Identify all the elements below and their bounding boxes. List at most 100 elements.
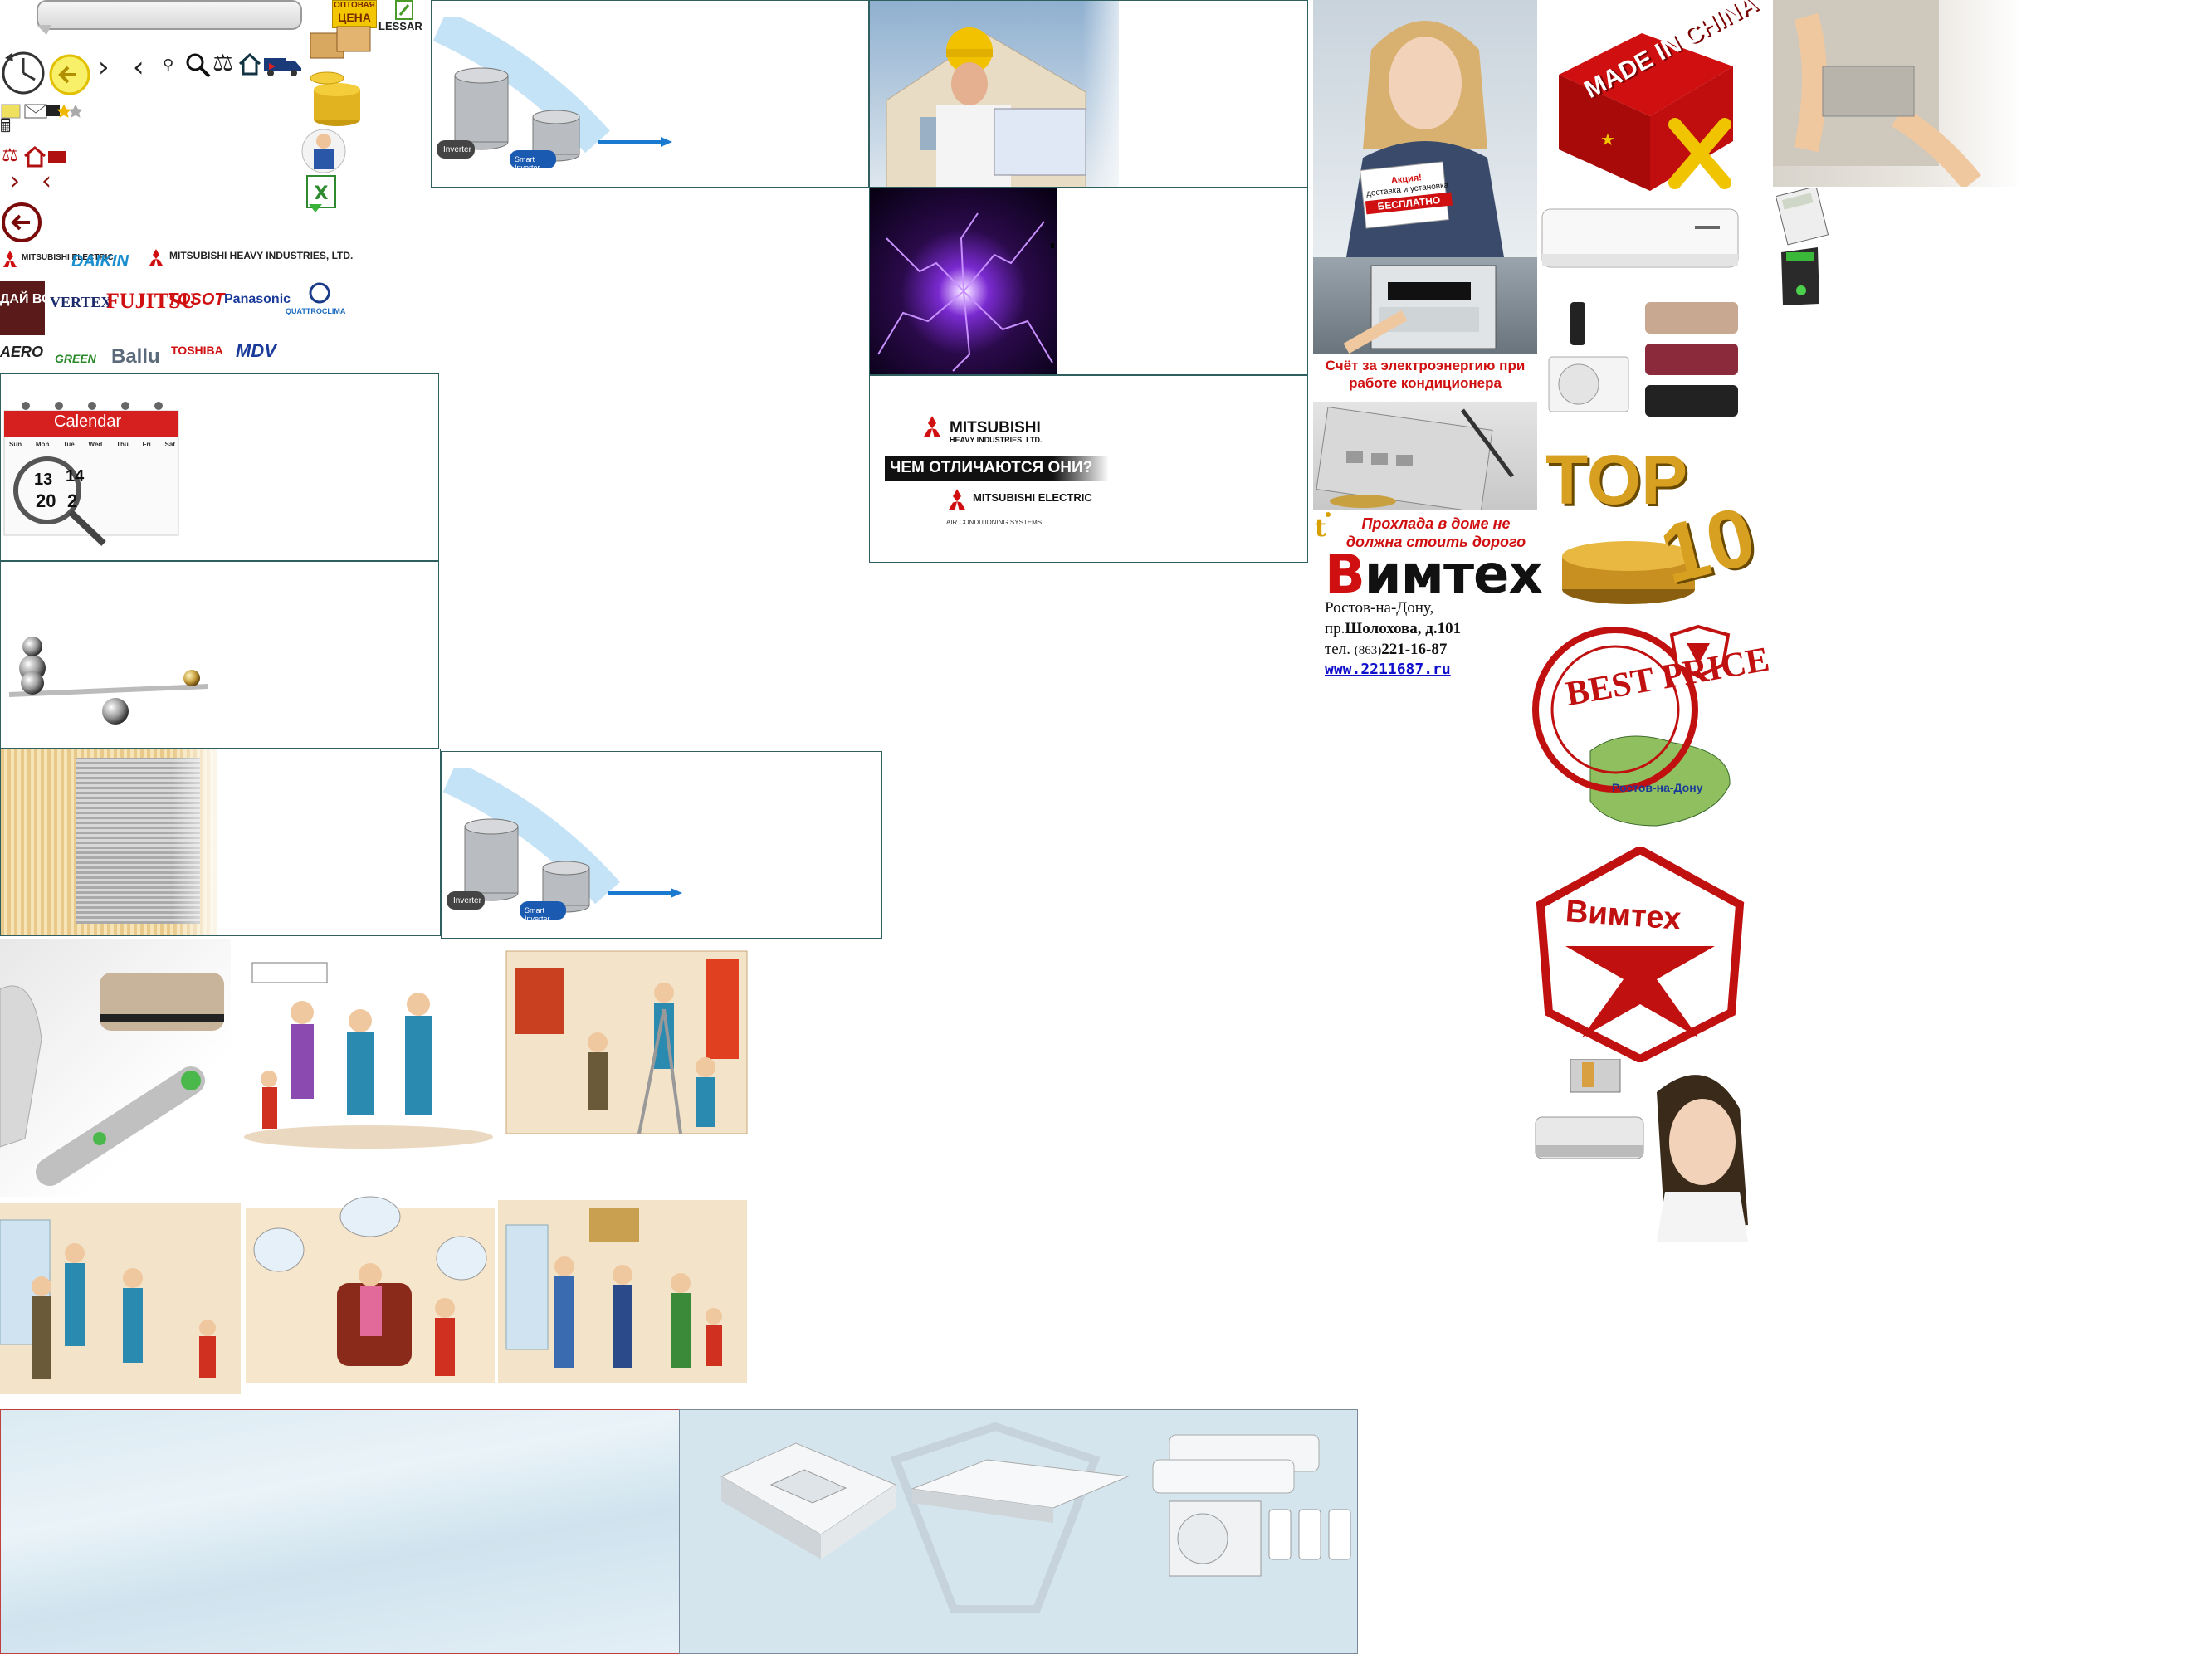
calendar-title: Calendar [54, 412, 122, 431]
tile-filter[interactable] [0, 749, 441, 936]
fade-overlay [1003, 1, 1135, 187]
black-device-icon [1776, 244, 1826, 310]
vimtech-brand-rest: имтех [1364, 544, 1543, 606]
cartoon-phone-chaos-image [246, 1192, 495, 1394]
balance-spheres-icon [8, 637, 209, 725]
fade-overlay [92, 749, 225, 935]
cursor-dot [1051, 243, 1054, 248]
question-text: ЧЕМ ОТЛИЧАЮТСЯ ОНИ? [890, 459, 1093, 476]
calendar-day-13: 13 [34, 471, 53, 489]
vimtech-logo[interactable]: Вимтех [1532, 847, 1748, 1062]
brand-quattroclima[interactable]: QUATTROCLIMA [286, 307, 345, 315]
svg-text:t: t [1315, 514, 1326, 543]
calendar-day-20: 20 [36, 490, 56, 511]
speech-bubble-input[interactable] [37, 0, 302, 30]
svg-text:⚖: ⚖ [2, 145, 18, 166]
t-logo-icon: t [1313, 510, 1331, 543]
brand-daivo[interactable]: ДАЙ ВО [0, 281, 52, 335]
vimtech-brand[interactable]: Вимтех [1325, 544, 1543, 606]
chevron-right-icon[interactable]: › [98, 53, 110, 81]
brand-mitsubishi-electric[interactable]: MITSUBISHI ELECTRIC [22, 254, 114, 262]
cartoon-workers-image [0, 1195, 246, 1411]
home-icon[interactable] [237, 51, 262, 76]
day-wed: Wed [88, 441, 103, 448]
smart-inverter-label: Smart Inverter [515, 155, 540, 172]
vimtech-brand-first: В [1325, 544, 1365, 606]
promo-girl-photo[interactable]: Акция! доставка и установка БЕСПЛАТНО [1313, 0, 1537, 257]
lightning-photo [870, 188, 1057, 374]
bottom-left-panel [0, 1409, 679, 1654]
brand-green[interactable]: GREEN [55, 352, 96, 365]
chevron-right-red-icon[interactable]: › [10, 169, 20, 194]
cartoon-installation-image [498, 943, 757, 1159]
vimtech-city: Ростов-на-Дону, [1325, 599, 1434, 617]
tile-lightning[interactable] [869, 188, 1308, 375]
scales-icon[interactable]: ⚖ [212, 51, 233, 75]
wholesale-line2: ЦЕНА [338, 11, 371, 24]
vimtech-street: Шолохова, д.101 [1345, 620, 1462, 637]
mitsubishi-electric-sub: AIR CONDITIONING SYSTEMS [946, 519, 1043, 526]
cartoon-family-meeting-image [498, 1192, 747, 1394]
vimtech-website-link[interactable]: www.2211687.ru [1325, 661, 1451, 678]
day-tue: Tue [63, 441, 75, 448]
bottom-right-panel[interactable] [679, 1409, 1358, 1654]
brand-tosot[interactable]: TOSOT [168, 290, 225, 310]
day-thu: Thu [116, 441, 129, 448]
brand-daikin[interactable]: DAIKIN [71, 252, 129, 271]
mitsubishi-heavy-logo-icon [920, 416, 945, 439]
chevron-left-red-icon[interactable]: ‹ [42, 169, 51, 194]
back-circle-icon[interactable] [48, 53, 91, 96]
tile-inverter-savings[interactable]: Inverter Smart Inverter [431, 0, 869, 188]
brand-panasonic[interactable]: Panasonic [224, 292, 291, 307]
brand-toshiba[interactable]: TOSHIBA [171, 344, 223, 357]
wholesale-price-sticker[interactable]: ОПТОВАЯ ЦЕНА [332, 0, 377, 28]
calendar-day-headers: Sun Mon Tue Wed Thu Fri Sat [9, 441, 175, 448]
made-in-china-badge[interactable]: ★ MADE IN CHINA [1542, 0, 1768, 199]
chevron-left-icon[interactable]: ‹ [133, 53, 144, 81]
vimtech-tel-prefix: тел. [1325, 641, 1355, 658]
consultant-icon [299, 124, 349, 174]
question-banner: ЧЕМ ОТЛИЧАЮТСЯ ОНИ? [885, 456, 1109, 481]
wholesale-line1: ОПТОВАЯ [334, 1, 375, 10]
ac-units-illustration [720, 1422, 1351, 1613]
calculator-icon[interactable]: 🖩 [0, 118, 11, 136]
top-10-badge[interactable]: TOP 10 [1537, 432, 1770, 614]
search-icon[interactable] [184, 51, 211, 78]
excel-download-icon[interactable]: X [300, 174, 342, 216]
brand-mdv[interactable]: MDV [236, 340, 276, 362]
best-price-stamp[interactable]: BEST PRICE Ростов-на-Дону [1532, 618, 1772, 842]
calendar-day-14: 14 [66, 467, 85, 485]
vimtech-tel: 221-16-87 [1381, 641, 1448, 658]
lessar-logo-text: LESSAR [378, 20, 422, 32]
mitsubishi-heavy-sub: HEAVY INDUSTRIES, LTD. [950, 436, 1043, 444]
day-sun: Sun [9, 441, 22, 448]
mitsubishi-heavy-text: MITSUBISHI [950, 419, 1041, 437]
brand-aero[interactable]: AERO [0, 344, 43, 361]
tile-calendar[interactable]: Calendar Sun Mon Tue Wed Thu Fri Sat 13 14 20 … [0, 373, 439, 561]
tile-builder-house[interactable] [869, 0, 1308, 188]
calculator-hand-photo [1313, 402, 1537, 510]
brand-ballu[interactable]: Ballu [111, 345, 160, 368]
brand-mitsubishi-heavy[interactable]: MITSUBISHI HEAVY INDUSTRIES, LTD. [169, 251, 353, 261]
svg-text:★: ★ [1600, 129, 1615, 149]
brand-vertex[interactable]: VERTEX [50, 294, 111, 311]
mitsubishi-diamond-icon [0, 251, 20, 269]
ac-filter-cleaning-photo [1773, 0, 2022, 187]
speech-bubble-tail [37, 25, 51, 35]
arrow-left-circle-icon[interactable] [0, 201, 43, 244]
tile-inverter-savings-2[interactable]: Inverter Smart Inverter [441, 751, 882, 939]
tile-mitsubishi-compare[interactable]: MITSUBISHI HEAVY INDUSTRIES, LTD. ЧЕМ ОТ… [869, 375, 1308, 563]
day-mon: Mon [35, 441, 50, 448]
vimtech-tel-code: (863) [1354, 644, 1382, 657]
truck-icon[interactable] [262, 53, 304, 78]
inverter-label: Inverter [443, 145, 471, 154]
search-small-icon[interactable]: ⚲ [163, 58, 173, 73]
clock-icon[interactable] [0, 46, 50, 96]
rostov-map-label: Ростов-на-Дону [1612, 781, 1703, 794]
tile-balance[interactable] [0, 561, 439, 749]
mitsubishi-electric-text: MITSUBISHI ELECTRIC [973, 491, 1092, 504]
brand-row-1: MITSUBISHI ELECTRIC DAIKIN MITSUBISHI HE… [0, 249, 353, 274]
coins-stacks-icon-2 [442, 768, 682, 920]
split-ac-indoor-unit [1537, 204, 1745, 287]
robot-ac-image [0, 939, 231, 1197]
